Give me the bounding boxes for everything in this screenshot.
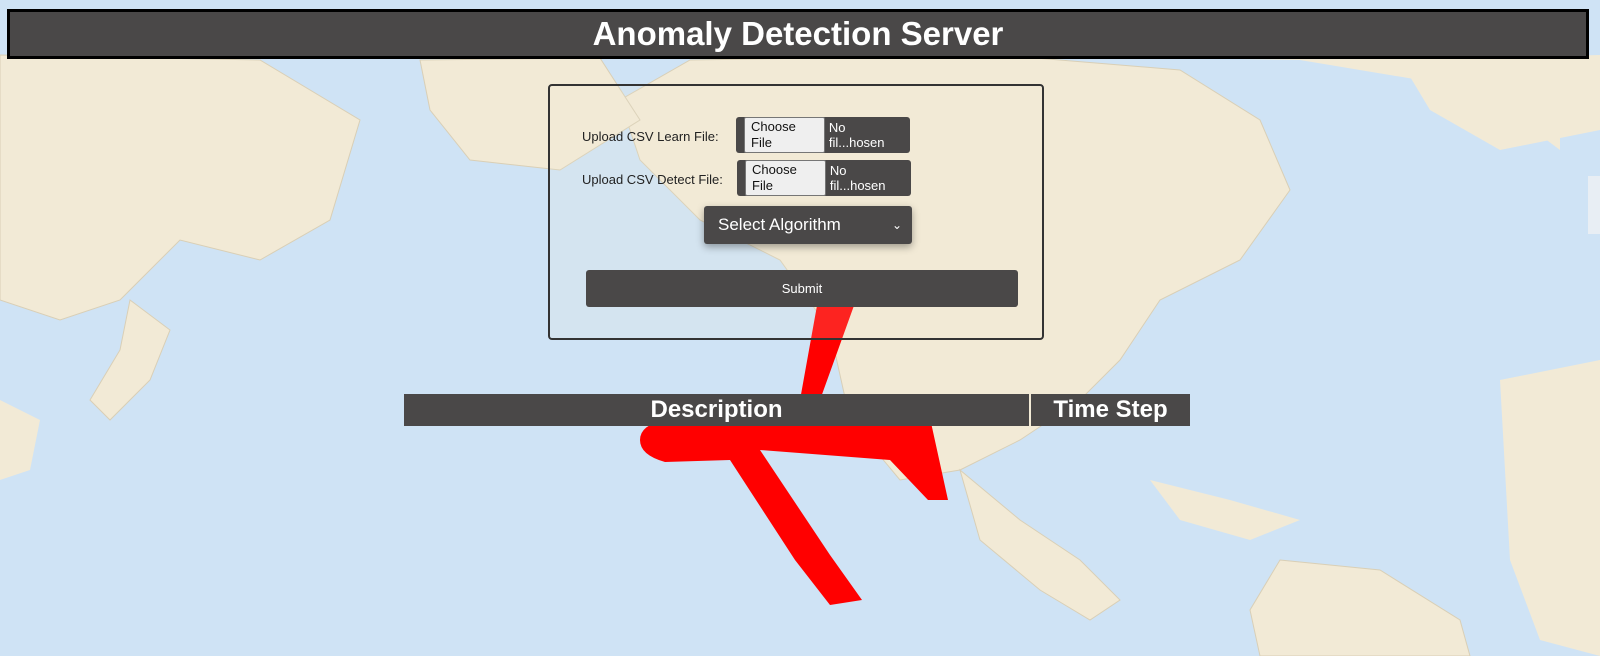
learn-choose-file-button[interactable]: Choose File xyxy=(744,117,825,153)
submit-label: Submit xyxy=(781,281,823,296)
detect-file-status: No fil...hosen xyxy=(829,163,886,193)
results-table-header: Description Time Step xyxy=(404,394,1190,426)
chevron-down-icon: ⌄ xyxy=(891,218,902,232)
detect-file-input[interactable]: Choose File No fil...hosen xyxy=(737,160,911,196)
learn-file-label: Upload CSV Learn File: xyxy=(582,128,719,144)
scrollbar-stub xyxy=(1588,176,1600,234)
page-header: Anomaly Detection Server xyxy=(7,9,1589,59)
column-header-time-step: Time Step xyxy=(1031,394,1190,426)
detect-choose-file-button[interactable]: Choose File xyxy=(745,160,826,196)
algorithm-select-value: Select Algorithm xyxy=(718,215,841,234)
detect-file-label: Upload CSV Detect File: xyxy=(582,171,723,187)
algorithm-select[interactable]: Select Algorithm ⌄ xyxy=(704,206,912,244)
page-title: Anomaly Detection Server xyxy=(592,15,1004,52)
upload-form: Upload CSV Learn File: Choose File No fi… xyxy=(548,84,1044,340)
detect-file-row: Upload CSV Detect File: xyxy=(582,161,723,197)
learn-file-row: Upload CSV Learn File: xyxy=(582,118,719,154)
learn-file-status: No fil...hosen xyxy=(828,120,885,150)
submit-button[interactable]: Submit xyxy=(586,270,1018,307)
column-header-description: Description xyxy=(404,394,1029,426)
learn-file-input[interactable]: Choose File No fil...hosen xyxy=(736,117,910,153)
